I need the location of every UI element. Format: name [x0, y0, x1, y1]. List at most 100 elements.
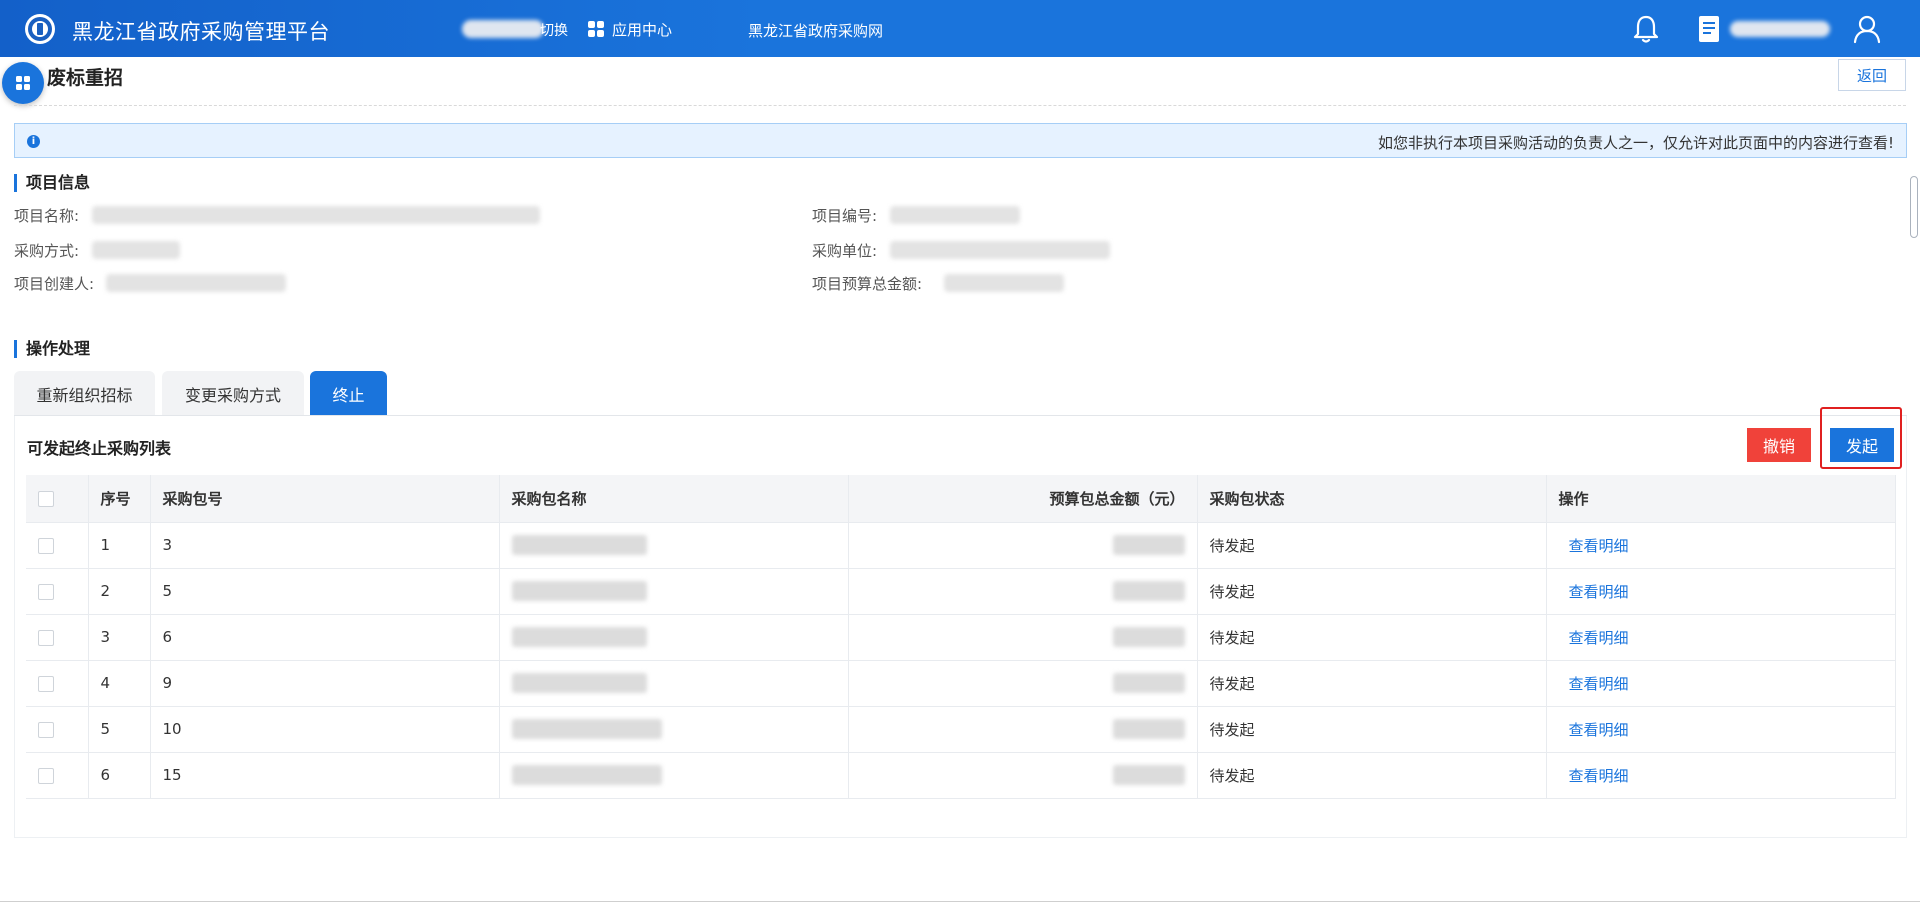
cell-index: 6: [88, 752, 151, 799]
bell-icon[interactable]: [1632, 14, 1660, 44]
tab-reorganize-tender[interactable]: 重新组织招标: [14, 371, 155, 416]
row-checkbox[interactable]: [38, 767, 54, 784]
notice-banner: i 如您非执行本项目采购活动的负责人之一，仅允许对此页面中的内容进行查看!: [14, 123, 1907, 158]
table-row: 1 3 待发起 查看明细: [26, 522, 1896, 569]
redacted-budget: [1112, 765, 1185, 785]
redacted-package-name: [511, 719, 662, 739]
redacted-purchase-unit: [890, 241, 1110, 259]
redacted-package-name: [511, 673, 647, 693]
select-all-cell: [26, 475, 89, 523]
cell-index: 2: [88, 568, 151, 615]
cell-action: 查看明细: [1546, 660, 1896, 707]
app-center-label: 应用中心: [612, 20, 673, 39]
cell-package-no: 5: [150, 568, 500, 615]
cell-package-name: [499, 752, 849, 799]
row-select-cell: [26, 568, 89, 615]
cell-status: 待发起: [1197, 568, 1547, 615]
redacted-org-name: [462, 20, 544, 38]
row-checkbox[interactable]: [38, 537, 54, 554]
tab-terminate[interactable]: 终止: [310, 371, 387, 416]
label-purchase-method: 采购方式:: [14, 242, 80, 260]
redacted-budget: [1112, 581, 1185, 601]
cell-package-name: [499, 568, 849, 615]
cell-budget: [848, 706, 1198, 753]
platform-title: 黑龙江省政府采购管理平台: [72, 20, 330, 44]
row-select-cell: [26, 522, 89, 569]
view-detail-link[interactable]: 查看明细: [1559, 629, 1629, 647]
redacted-budget: [1112, 627, 1185, 647]
floating-app-button[interactable]: [2, 62, 44, 104]
divider: [14, 105, 1906, 106]
table-header-row: 序号 采购包号 采购包名称 预算包总金额（元） 采购包状态 操作: [26, 475, 1896, 523]
cell-index: 4: [88, 660, 151, 707]
bottom-border: [0, 901, 1920, 902]
redacted-package-name: [511, 627, 647, 647]
view-detail-link[interactable]: 查看明细: [1559, 675, 1629, 693]
row-select-cell: [26, 752, 89, 799]
cell-package-name: [499, 706, 849, 753]
cell-status: 待发起: [1197, 522, 1547, 569]
cell-budget: [848, 522, 1198, 569]
row-checkbox[interactable]: [38, 583, 54, 600]
grid-icon: [588, 21, 604, 37]
cell-status: 待发起: [1197, 706, 1547, 753]
user-icon[interactable]: [1852, 14, 1882, 44]
row-select-cell: [26, 614, 89, 661]
grid-icon: [16, 76, 30, 90]
view-detail-link[interactable]: 查看明细: [1559, 537, 1629, 555]
cancel-button[interactable]: 撤销: [1747, 428, 1811, 462]
redacted-project-budget: [944, 274, 1064, 292]
cell-package-name: [499, 614, 849, 661]
cell-status: 待发起: [1197, 614, 1547, 661]
view-detail-link[interactable]: 查看明细: [1559, 721, 1629, 739]
view-detail-link[interactable]: 查看明细: [1559, 767, 1629, 785]
redacted-project-code: [890, 206, 1020, 224]
cell-status: 待发起: [1197, 752, 1547, 799]
redacted-budget: [1112, 535, 1185, 555]
redacted-user-name: [1730, 21, 1830, 37]
table-row: 3 6 待发起 查看明细: [26, 614, 1896, 661]
cell-action: 查看明细: [1546, 614, 1896, 661]
cell-package-no: 3: [150, 522, 500, 569]
cell-package-name: [499, 660, 849, 707]
cell-index: 5: [88, 706, 151, 753]
table-row: 2 5 待发起 查看明细: [26, 568, 1896, 615]
package-table: 序号 采购包号 采购包名称 预算包总金额（元） 采购包状态 操作 1 3 待发起…: [26, 475, 1896, 799]
row-select-cell: [26, 706, 89, 753]
redacted-package-name: [511, 581, 647, 601]
redacted-budget: [1112, 719, 1185, 739]
tab-change-method[interactable]: 变更采购方式: [162, 371, 304, 416]
back-button[interactable]: 返回: [1838, 59, 1906, 91]
table-row: 5 10 待发起 查看明细: [26, 706, 1896, 753]
select-all-checkbox[interactable]: [38, 490, 54, 507]
redacted-project-creator: [106, 274, 286, 292]
cell-budget: [848, 660, 1198, 707]
column-header-budget: 预算包总金额（元）: [848, 475, 1198, 523]
section-title-project-info: 项目信息: [14, 174, 90, 192]
switch-link[interactable]: 切换: [540, 20, 568, 40]
cell-budget: [848, 614, 1198, 661]
redacted-purchase-method: [92, 241, 180, 259]
table-row: 4 9 待发起 查看明细: [26, 660, 1896, 707]
column-header-status: 采购包状态: [1197, 475, 1547, 523]
redacted-project-name: [92, 206, 540, 224]
scrollbar-thumb[interactable]: [1910, 176, 1918, 238]
row-checkbox[interactable]: [38, 721, 54, 738]
label-purchase-unit: 采购单位:: [812, 242, 878, 260]
document-icon[interactable]: [1697, 14, 1723, 44]
cell-budget: [848, 568, 1198, 615]
redacted-package-name: [511, 535, 647, 555]
view-detail-link[interactable]: 查看明细: [1559, 583, 1629, 601]
redacted-budget: [1112, 673, 1185, 693]
cell-index: 1: [88, 522, 151, 569]
row-checkbox[interactable]: [38, 629, 54, 646]
gov-site-link[interactable]: 黑龙江省政府采购网: [748, 20, 883, 41]
column-header-action: 操作: [1546, 475, 1896, 523]
row-checkbox[interactable]: [38, 675, 54, 692]
column-header-index: 序号: [88, 475, 151, 523]
app-center-link[interactable]: 应用中心: [588, 18, 672, 40]
page-title: 废标重招: [47, 67, 124, 89]
cell-action: 查看明细: [1546, 568, 1896, 615]
highlight-annotation: [1820, 407, 1902, 469]
label-project-code: 项目编号:: [812, 207, 878, 225]
